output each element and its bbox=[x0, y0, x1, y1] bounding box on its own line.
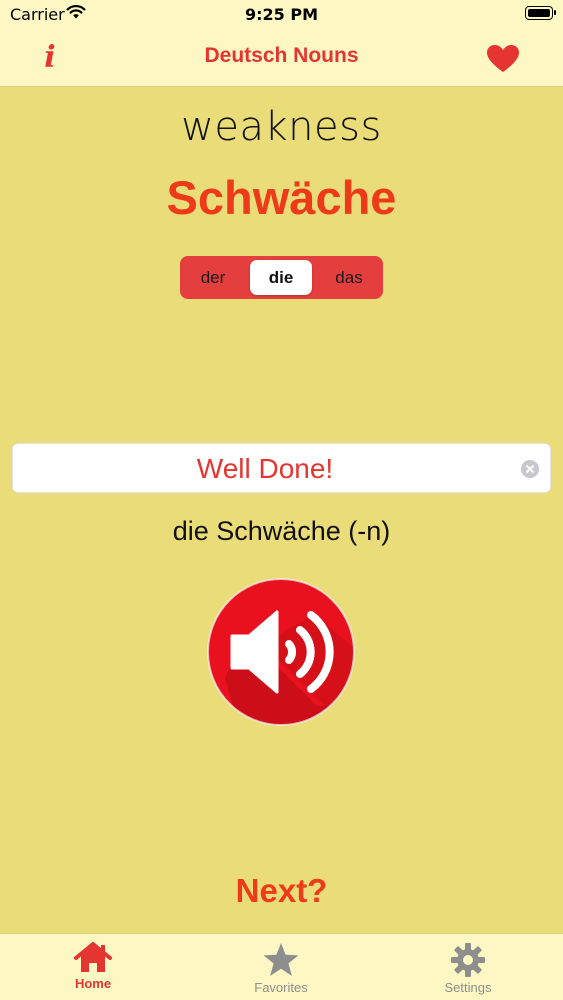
tab-favorites-label: Favorites bbox=[254, 980, 308, 995]
article-selector: der die das bbox=[180, 256, 383, 299]
house-icon bbox=[74, 942, 112, 972]
article-option-der[interactable]: der bbox=[183, 260, 243, 295]
tab-home[interactable]: Home bbox=[33, 942, 153, 998]
full-noun-label: die Schwäche (-n) bbox=[172, 516, 391, 546]
gear-icon bbox=[451, 943, 485, 977]
tab-favorites[interactable]: Favorites bbox=[221, 942, 341, 998]
favorite-button[interactable] bbox=[486, 44, 520, 74]
answer-field[interactable]: Well Done! bbox=[12, 443, 551, 493]
play-audio-button[interactable] bbox=[205, 578, 361, 728]
tab-settings[interactable]: Settings bbox=[408, 942, 528, 998]
heart-icon bbox=[487, 45, 519, 72]
article-option-die[interactable]: die bbox=[250, 260, 312, 295]
speaker-icon bbox=[207, 578, 355, 726]
english-word: weakness bbox=[181, 104, 382, 150]
star-icon bbox=[263, 943, 299, 976]
tab-bar: Home Favorites Settings bbox=[0, 933, 563, 1000]
page-title: Deutsch Nouns bbox=[204, 44, 359, 67]
navigation-bar: i Deutsch Nouns bbox=[0, 30, 563, 87]
battery-icon bbox=[525, 6, 556, 20]
german-word: Schwäche bbox=[166, 171, 397, 224]
tab-home-label: Home bbox=[74, 976, 112, 991]
answer-value: Well Done! bbox=[196, 453, 334, 484]
next-button[interactable]: Next? bbox=[0, 872, 563, 910]
tab-settings-label: Settings bbox=[444, 980, 492, 995]
article-option-das[interactable]: das bbox=[319, 260, 379, 295]
status-bar: Carrier 9:25 PM bbox=[0, 0, 563, 30]
clear-icon[interactable] bbox=[521, 460, 539, 478]
status-time: 9:25 PM bbox=[244, 5, 318, 24]
